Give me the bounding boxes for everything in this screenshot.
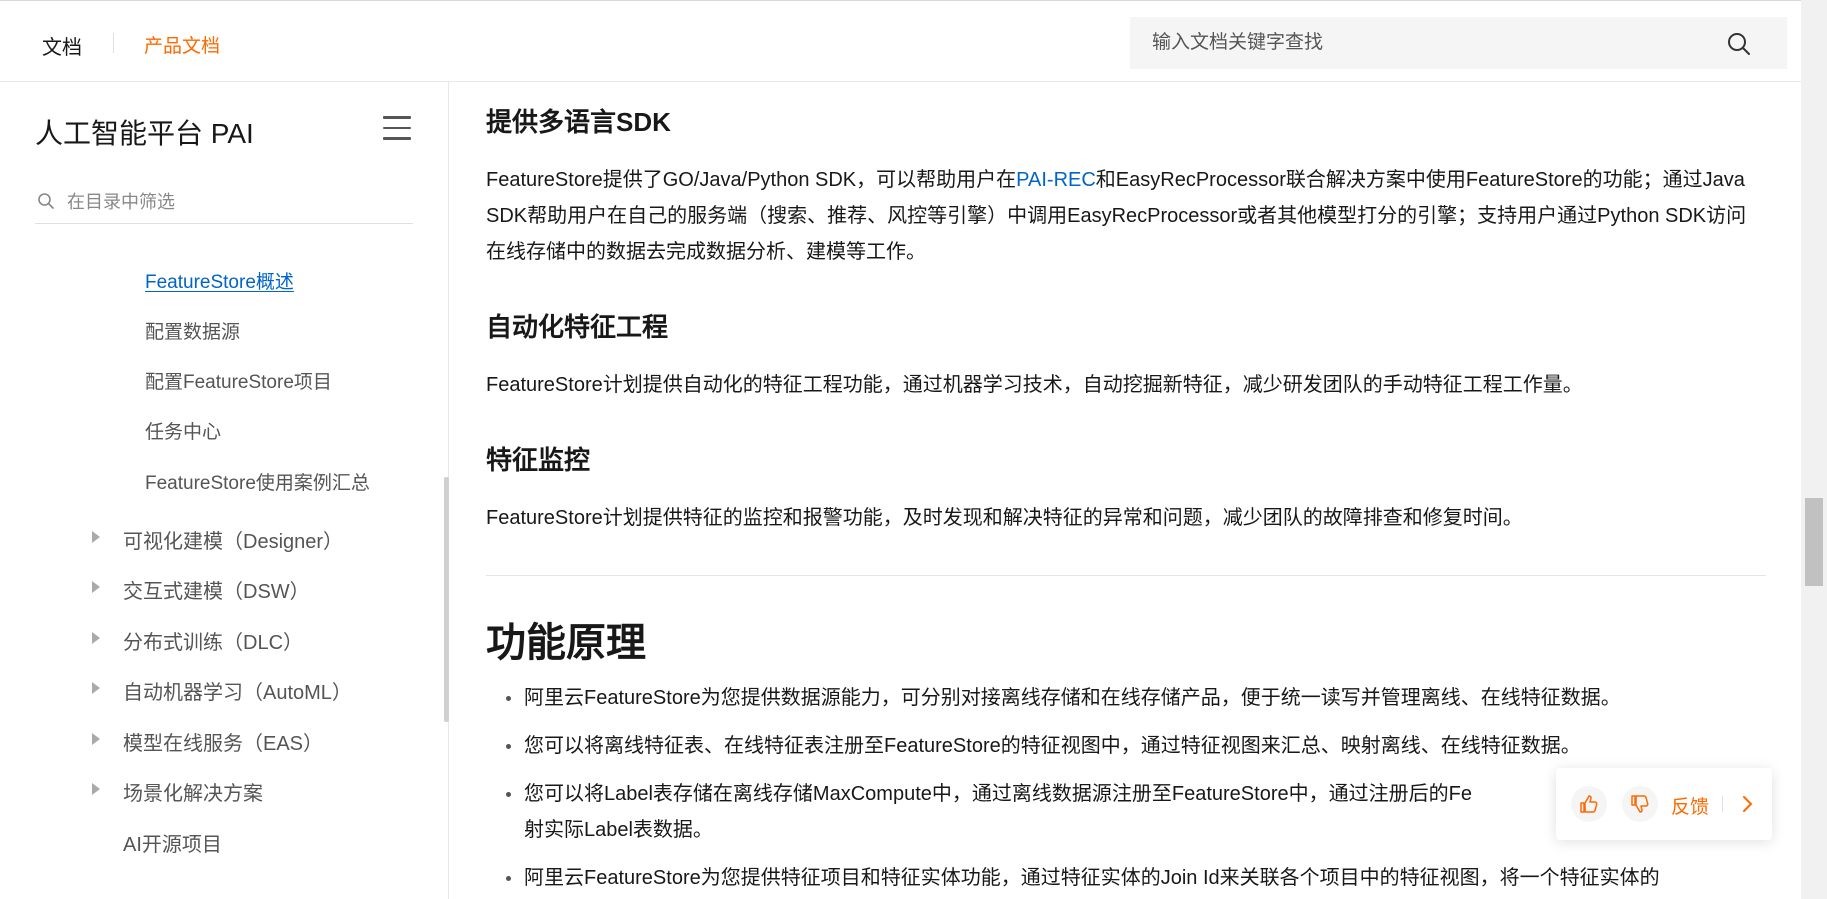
list-item: 您可以将离线特征表、在线特征表注册至FeatureStore的特征视图中，通过特… [486,728,1756,764]
sidebar-group-label: 分布式训练（DLC） [123,632,304,654]
thumbs-down-button[interactable] [1622,786,1658,822]
product-title: 人工智能平台 PAI [35,118,254,149]
sidebar-group-label: 场景化解决方案 [123,783,263,805]
sidebar-group-label: 自动机器学习（AutoML） [123,682,352,704]
section-heading-auto-feature: 自动化特征工程 [486,312,669,342]
section-heading-sdk: 提供多语言SDK [486,107,671,137]
list-item-text: 射实际Label表数据。 [524,819,713,841]
sidebar-item-task-center[interactable]: 任务中心 [145,417,221,444]
search-icon [38,193,54,209]
pai-rec-link[interactable]: PAI-REC [1016,169,1096,191]
page-section-title: 功能原理 [486,621,646,665]
bullet-icon [506,876,511,881]
section-text-auto-feature: FeatureStore计划提供自动化的特征工程功能，通过机器学习技术，自动挖掘… [486,374,1583,396]
caret-right-icon[interactable] [92,531,100,543]
thumbs-down-icon [1631,795,1649,813]
list-item: 阿里云FeatureStore为您提供特征项目和特征实体功能，通过特征实体的Jo… [486,860,1756,896]
section-divider [486,575,1766,576]
sidebar-item-ai-open-source[interactable]: AI开源项目 [123,828,222,857]
page-scrollbar-thumb[interactable] [1805,498,1823,586]
header-divider [113,33,114,53]
paragraph-text: FeatureStore提供了GO/Java/Python SDK，可以帮助用户… [486,169,1017,191]
list-item-text: 您可以将Label表存储在离线存储MaxCompute中，通过离线数据源注册至F… [524,783,1472,805]
caret-right-icon[interactable] [92,632,100,644]
bullet-icon [506,696,511,701]
page-scrollbar[interactable] [1801,0,1827,899]
section-text-sdk: FeatureStore提供了GO/Java/Python SDK，可以帮助用户… [486,162,1756,270]
sidebar-item-use-cases[interactable]: FeatureStore使用案例汇总 [145,468,370,495]
top-header: 文档 产品文档 [0,0,1801,82]
feedback-divider [1722,796,1723,812]
list-item-text: 阿里云FeatureStore为您提供数据源能力，可分别对接离线存储和在线存储产… [524,687,1621,709]
sidebar-scrollbar[interactable] [444,477,449,722]
docs-home-link[interactable]: 文档 [42,31,82,60]
chevron-right-icon[interactable] [1736,793,1758,815]
section-heading-monitoring: 特征监控 [486,445,591,475]
toc-filter [35,182,413,224]
doc-search-input[interactable] [1152,17,1712,69]
sidebar-item-config-datasource[interactable]: 配置数据源 [145,317,240,344]
thumbs-up-icon [1580,795,1598,813]
bullet-icon [506,792,511,797]
product-docs-link[interactable]: 产品文档 [144,31,220,58]
list-item-text: 阿里云FeatureStore为您提供特征项目和特征实体功能，通过特征实体的Jo… [524,867,1660,889]
sidebar-group-label: 交互式建模（DSW） [123,581,310,603]
list-item-text: 您可以将离线特征表、在线特征表注册至FeatureStore的特征视图中，通过特… [524,735,1581,757]
caret-right-icon[interactable] [92,581,100,593]
feedback-label[interactable]: 反馈 [1671,792,1709,819]
sidebar-item-config-project[interactable]: 配置FeatureStore项目 [145,367,332,394]
sidebar-group-label: 可视化建模（Designer） [123,531,344,553]
bullet-icon [506,744,511,749]
doc-sidebar: 人工智能平台 PAI FeatureStore概述 配置数据源 配置Featur… [0,82,449,899]
caret-right-icon[interactable] [92,733,100,745]
sidebar-item-featurestore-overview[interactable]: FeatureStore概述 [145,267,294,294]
toc-filter-input[interactable] [67,182,397,222]
search-icon[interactable] [1726,31,1752,57]
list-item: 阿里云FeatureStore为您提供数据源能力，可分别对接离线存储和在线存储产… [486,680,1756,716]
doc-search-box [1130,17,1787,69]
section-text-monitoring: FeatureStore计划提供特征的监控和报警功能，及时发现和解决特征的异常和… [486,507,1523,529]
caret-right-icon[interactable] [92,682,100,694]
caret-right-icon[interactable] [92,783,100,795]
thumbs-up-button[interactable] [1571,786,1607,822]
sidebar-group-label: 模型在线服务（EAS） [123,733,324,755]
feedback-widget: 反馈 [1556,768,1772,840]
menu-icon[interactable] [383,116,411,140]
